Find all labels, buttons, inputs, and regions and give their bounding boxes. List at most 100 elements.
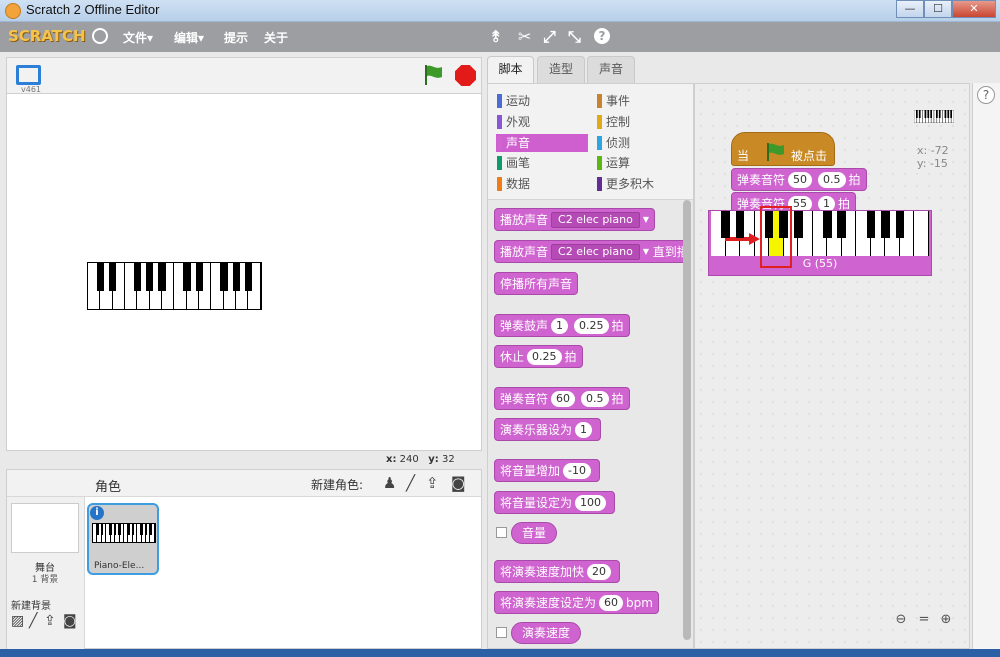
black-key[interactable] — [96, 263, 105, 291]
black-key[interactable] — [127, 524, 130, 535]
note-input[interactable]: 60 — [551, 390, 576, 407]
menu-about[interactable]: 关于 — [264, 29, 288, 46]
sprite-tile-piano[interactable]: i Piano-Ele... — [87, 503, 159, 575]
black-key[interactable] — [895, 211, 905, 238]
backdrop-library-icon[interactable]: ▨ — [11, 613, 24, 629]
script-note1-beats[interactable]: 0.5 — [818, 171, 846, 188]
paint-brush-icon[interactable]: ╱ — [406, 474, 415, 492]
tab-sounds[interactable]: 声音 — [587, 56, 635, 83]
category-events[interactable]: 事件 — [596, 92, 688, 110]
green-flag-icon[interactable] — [423, 64, 443, 86]
shrink-icon[interactable]: ⤡ — [568, 27, 581, 47]
backdrop-paint-icon[interactable]: ╱ — [29, 613, 37, 629]
category-control[interactable]: 控制 — [596, 113, 688, 131]
black-key[interactable] — [96, 524, 99, 535]
black-key[interactable] — [131, 524, 135, 535]
category-sensing[interactable]: 侦测 — [596, 134, 688, 152]
fullscreen-icon[interactable] — [16, 65, 41, 85]
menu-file[interactable]: 文件▾ — [123, 29, 153, 46]
script-note1-input[interactable]: 50 — [788, 171, 813, 188]
volume-input[interactable]: 100 — [575, 494, 607, 511]
category-motion[interactable]: 运动 — [496, 92, 588, 110]
block-rest[interactable]: 休止 0.25 拍 — [494, 345, 583, 368]
block-change-tempo[interactable]: 将演奏速度加快 20 — [494, 560, 621, 583]
category-pen[interactable]: 画笔 — [496, 154, 588, 172]
black-key[interactable] — [195, 263, 203, 291]
black-key[interactable] — [100, 524, 104, 535]
duplicate-stamp-icon[interactable]: ⥉ — [492, 27, 500, 47]
black-key[interactable] — [764, 211, 774, 238]
camera-icon[interactable]: ◙ — [451, 474, 466, 492]
block-set-tempo[interactable]: 将演奏速度设定为 60 bpm — [494, 591, 659, 614]
minimize-button[interactable]: — — [896, 0, 924, 18]
backdrop-upload-icon[interactable]: ⇪ — [44, 613, 56, 629]
black-key[interactable] — [118, 524, 121, 535]
black-key[interactable] — [113, 524, 117, 535]
black-key[interactable] — [866, 211, 876, 238]
stage-thumbnail[interactable] — [11, 503, 79, 553]
note-keyboard[interactable] — [711, 211, 929, 256]
menu-tips[interactable]: 提示 — [224, 29, 248, 46]
hat-when-flag-clicked[interactable]: 当 被点击 — [731, 132, 835, 166]
help-icon[interactable]: ? — [594, 28, 610, 44]
tempo-input[interactable]: 60 — [599, 594, 624, 611]
black-key[interactable] — [220, 263, 228, 291]
black-key[interactable] — [109, 524, 113, 535]
menu-edit[interactable]: 编辑▾ — [174, 29, 204, 46]
reporter-volume[interactable]: 音量 — [511, 522, 558, 544]
category-operators[interactable]: 运算 — [596, 154, 688, 172]
category-more-blocks[interactable]: 更多积木 — [596, 175, 688, 193]
category-looks[interactable]: 外观 — [496, 113, 588, 131]
black-key[interactable] — [109, 263, 117, 291]
zoom-out-icon[interactable]: ⊖ — [893, 612, 909, 628]
stop-icon[interactable] — [455, 65, 476, 86]
block-play-sound[interactable]: 播放声音 C2 elec piano ▼ — [494, 208, 655, 231]
upload-icon[interactable]: ⇪ — [426, 474, 439, 492]
maximize-button[interactable]: ☐ — [924, 0, 952, 18]
black-key[interactable] — [721, 211, 730, 238]
black-key[interactable] — [735, 211, 745, 238]
black-key[interactable] — [822, 211, 832, 238]
volume-checkbox[interactable] — [496, 527, 507, 538]
palette-scrollbar[interactable] — [683, 200, 691, 640]
black-key[interactable] — [158, 263, 166, 291]
black-key[interactable] — [232, 263, 240, 291]
tab-scripts[interactable]: 脚本 — [487, 56, 534, 83]
stage-canvas[interactable] — [6, 94, 482, 451]
black-key[interactable] — [149, 524, 152, 535]
black-key[interactable] — [837, 211, 847, 238]
block-play-sound-until-done[interactable]: 播放声音 C2 elec piano ▼ 直到播 — [494, 240, 690, 263]
reporter-tempo[interactable]: 演奏速度 — [511, 622, 582, 644]
black-key[interactable] — [793, 211, 803, 238]
piano-sprite[interactable] — [87, 262, 262, 310]
black-key[interactable] — [144, 524, 148, 535]
black-key[interactable] — [133, 263, 142, 291]
sound-dropdown-2[interactable]: C2 elec piano — [551, 243, 640, 260]
category-sound[interactable]: 声音 — [496, 134, 588, 152]
tab-costumes[interactable]: 造型 — [537, 56, 585, 83]
black-key[interactable] — [779, 211, 789, 238]
white-key[interactable] — [914, 211, 929, 256]
info-icon[interactable]: i — [90, 506, 104, 520]
black-key[interactable] — [183, 263, 191, 291]
category-data[interactable]: 数据 — [496, 175, 588, 193]
block-set-instrument[interactable]: 演奏乐器设为 1 — [494, 418, 602, 441]
block-stop-all-sounds[interactable]: 停播所有声音 — [494, 272, 579, 295]
help-icon[interactable]: ? — [977, 86, 995, 104]
sound-dropdown[interactable]: C2 elec piano — [551, 211, 640, 228]
zoom-reset-icon[interactable]: = — [916, 612, 932, 628]
rest-input[interactable]: 0.25 — [527, 348, 562, 365]
instrument-input[interactable]: 1 — [575, 421, 593, 438]
delete-scissors-icon[interactable]: ✂ — [518, 27, 531, 46]
block-change-volume[interactable]: 将音量增加 -10 — [494, 459, 600, 482]
zoom-in-icon[interactable]: ⊕ — [938, 612, 954, 628]
block-set-volume[interactable]: 将音量设定为 100 — [494, 491, 616, 514]
volume-delta-input[interactable]: -10 — [563, 462, 591, 479]
black-key[interactable] — [140, 524, 144, 535]
drum-beats-input[interactable]: 0.25 — [574, 317, 609, 334]
script-play-note-1[interactable]: 弹奏音符 50 0.5 拍 — [731, 168, 867, 191]
grow-icon[interactable]: ⤢ — [543, 27, 556, 47]
block-play-note[interactable]: 弹奏音符 60 0.5 拍 — [494, 387, 630, 410]
backdrop-camera-icon[interactable]: ◙ — [63, 613, 77, 629]
black-key[interactable] — [146, 263, 154, 291]
